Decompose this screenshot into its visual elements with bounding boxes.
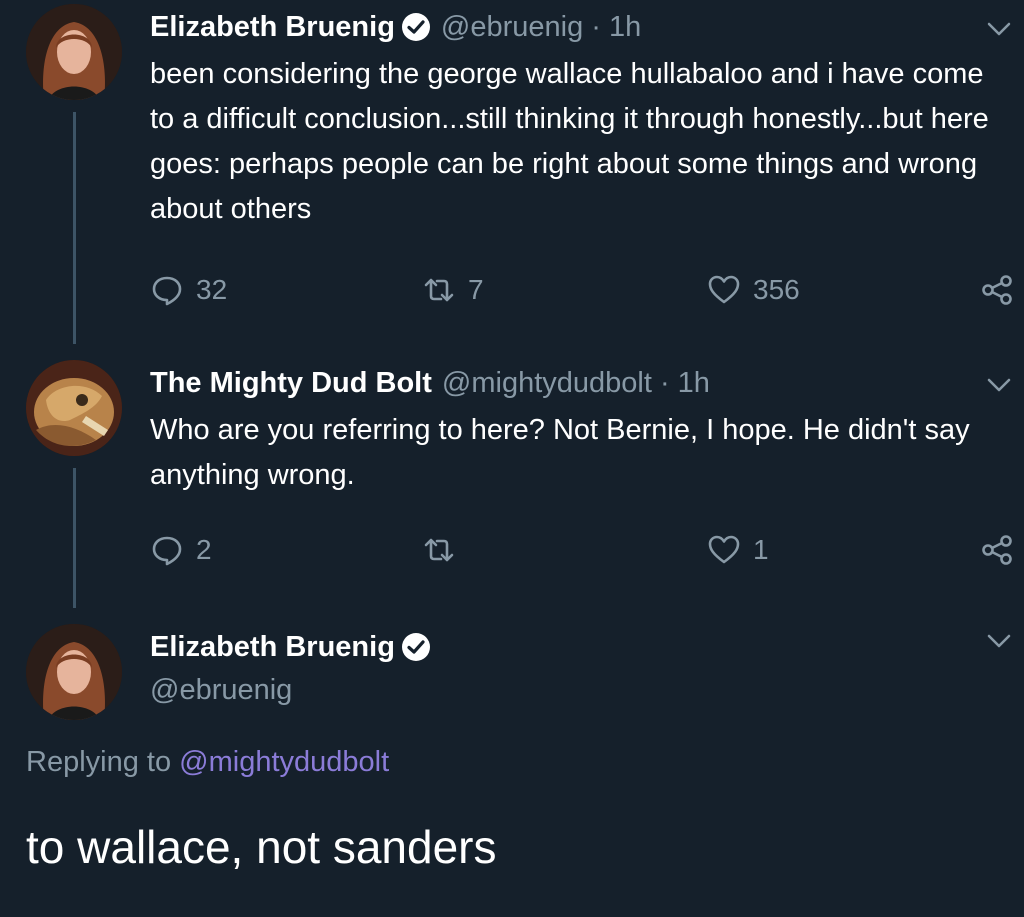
tweet-actions: 32 7 356 xyxy=(150,270,1024,310)
like-count: 356 xyxy=(753,274,800,305)
reply-icon xyxy=(152,536,182,566)
verified-badge-icon xyxy=(401,633,430,661)
handle-timestamp[interactable]: @mightydudbolt · 1h xyxy=(442,367,710,400)
retweet-button[interactable] xyxy=(422,530,468,570)
display-name[interactable]: Elizabeth Bruenig xyxy=(150,631,395,664)
verified-badge-icon xyxy=(401,13,430,41)
handle[interactable]: @ebruenig xyxy=(150,674,292,707)
thread-tweet-2[interactable]: The Mighty Dud Bolt @mightydudbolt · 1h … xyxy=(0,356,1024,608)
tweet-actions: 2 1 xyxy=(150,530,1024,570)
tweet-text: been considering the george wallace hull… xyxy=(150,58,989,225)
share-button[interactable] xyxy=(980,270,1024,310)
handle-timestamp[interactable]: @ebruenig · 1h xyxy=(441,11,641,44)
tweet-header: The Mighty Dud Bolt @mightydudbolt · 1h xyxy=(150,358,710,408)
reply-icon xyxy=(152,276,182,306)
tweet-text: Who are you referring to here? Not Berni… xyxy=(150,414,970,491)
tweet-text: to wallace, not sanders xyxy=(26,821,497,873)
retweet-button[interactable]: 7 xyxy=(422,270,484,310)
reply-count: 32 xyxy=(196,274,228,305)
tweet-header: Elizabeth Bruenig @ebruenig · 1h xyxy=(150,2,641,52)
retweet-icon xyxy=(424,278,454,302)
avatar-photo xyxy=(26,360,122,456)
reply-count: 2 xyxy=(196,534,212,565)
avatar-photo xyxy=(26,4,122,100)
like-button[interactable]: 356 xyxy=(707,270,800,310)
retweet-count: 7 xyxy=(468,274,484,305)
thread-line xyxy=(73,112,76,344)
share-icon xyxy=(982,275,1012,305)
like-button[interactable]: 1 xyxy=(707,530,769,570)
chevron-down-icon[interactable] xyxy=(986,632,1012,650)
heart-icon xyxy=(708,535,740,564)
heart-icon xyxy=(708,275,740,304)
avatar-photo xyxy=(26,624,122,720)
replying-to-label: Replying to xyxy=(26,746,172,778)
chevron-down-icon[interactable] xyxy=(986,376,1012,394)
reply-button[interactable]: 32 xyxy=(150,270,227,310)
tweet-header: Elizabeth Bruenig xyxy=(150,622,431,672)
retweet-icon xyxy=(424,538,454,562)
reply-button[interactable]: 2 xyxy=(150,530,212,570)
like-count: 1 xyxy=(753,534,769,565)
thread-line xyxy=(73,468,76,608)
avatar[interactable] xyxy=(26,624,122,720)
avatar[interactable] xyxy=(26,4,122,100)
replying-to-handle-link[interactable]: @mightydudbolt xyxy=(179,746,389,778)
thread-tweet-1[interactable]: Elizabeth Bruenig @ebruenig · 1h been co… xyxy=(0,0,1024,344)
share-icon xyxy=(982,535,1012,565)
chevron-down-icon[interactable] xyxy=(986,20,1012,38)
display-name[interactable]: Elizabeth Bruenig xyxy=(150,11,395,44)
share-button[interactable] xyxy=(980,530,1024,570)
replying-to: Replying to @mightydudbolt xyxy=(26,746,389,779)
display-name[interactable]: The Mighty Dud Bolt xyxy=(150,367,432,400)
avatar[interactable] xyxy=(26,360,122,456)
main-tweet: Elizabeth Bruenig @ebruenig Replying to … xyxy=(0,620,1024,917)
